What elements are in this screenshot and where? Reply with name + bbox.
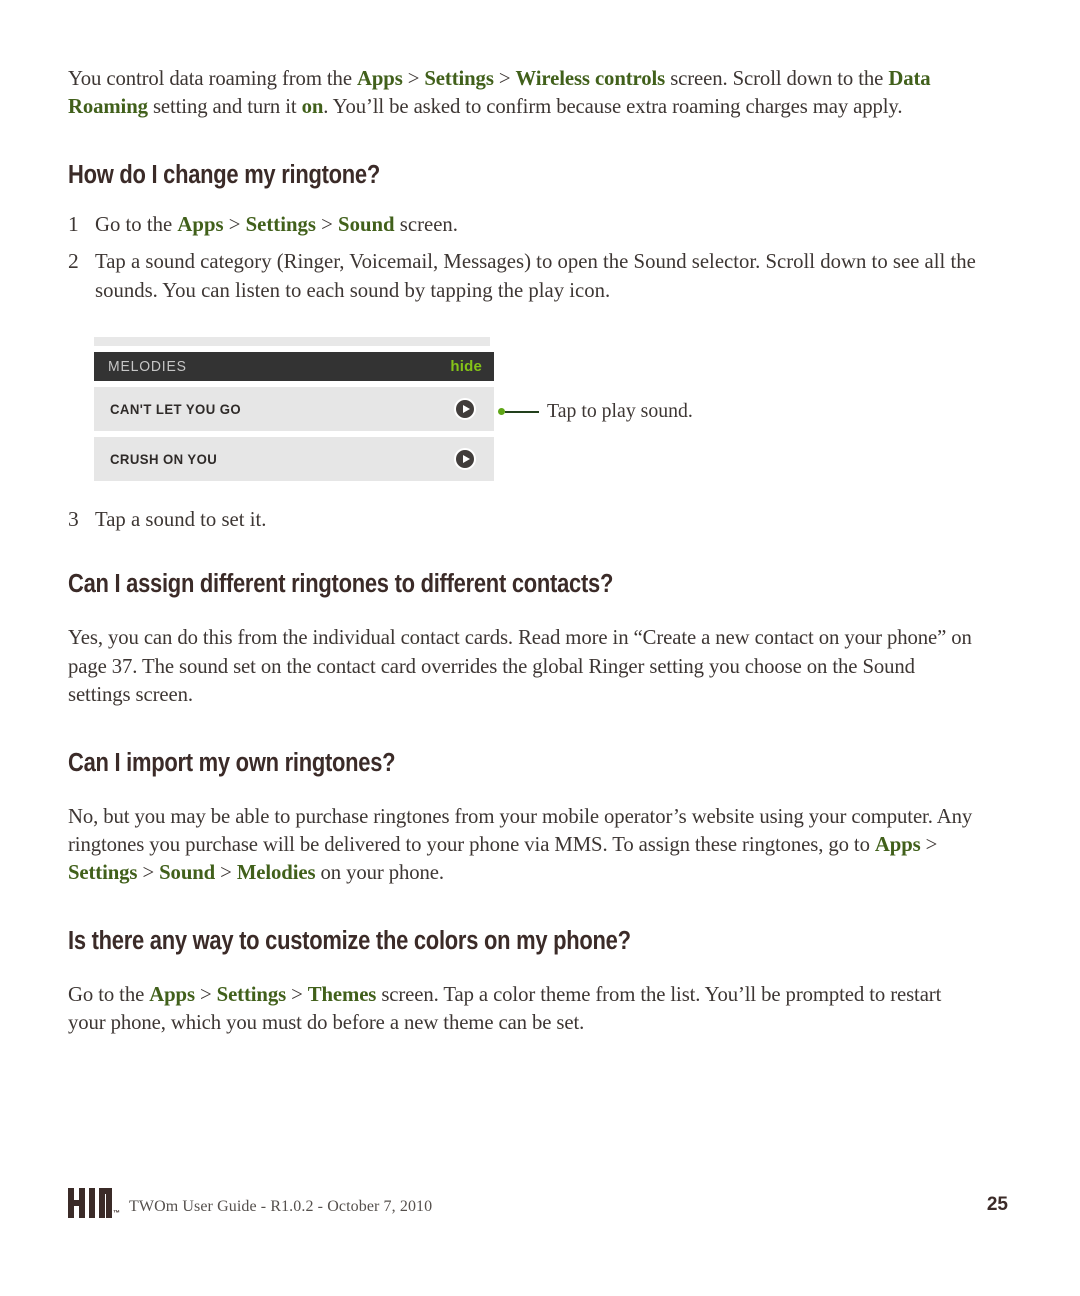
inline-keyword: Sound [159, 860, 216, 885]
section-heading-ringtone: How do I change my ringtone? [68, 160, 381, 189]
inline-keyword: Apps [177, 211, 224, 236]
inline-keyword: Settings [68, 860, 138, 885]
play-triangle [462, 455, 470, 464]
page-footer: ™ TWOm User Guide - R1.0.2 - October 7, … [68, 1188, 1008, 1218]
inline-chevron: > [215, 860, 237, 885]
step-number: 1 [68, 211, 79, 236]
inline-text: You control data roaming from the [68, 66, 357, 90]
inline-text: . You’ll be asked to confirm because ext… [323, 94, 903, 119]
step-number: 2 [68, 249, 79, 274]
inline-keyword: Wireless controls [515, 66, 666, 90]
page-number: 25 [986, 1194, 1008, 1215]
inline-text: No, but you may be able to purchase ring… [68, 803, 973, 857]
inline-text: setting and turn it [147, 94, 302, 119]
melodies-screenshot-figure: MELODIES hide CAN'T LET YOU GO Tap to pl… [94, 337, 693, 482]
play-icon[interactable] [454, 398, 476, 421]
play-triangle [462, 405, 470, 414]
inline-chevron: > [137, 860, 160, 885]
intro-paragraph: You control data roaming from the Apps >… [68, 64, 975, 121]
step-text: Tap a sound category (Ringer, Voicemail,… [95, 247, 976, 304]
inline-text: Go to the [95, 211, 178, 236]
inline-chevron: > [315, 211, 339, 236]
list-item: 3 Tap a sound to set it. [68, 505, 1008, 533]
kin-logo: ™ [68, 1188, 120, 1218]
trademark-icon: ™ [113, 1210, 120, 1217]
callout-dot [498, 408, 505, 416]
melody-row-2[interactable]: CRUSH ON YOU [94, 437, 494, 482]
inline-chevron: > [223, 211, 246, 236]
callout-tap-to-play: Tap to play sound. [498, 400, 698, 423]
footer-left-group: ™ TWOm User Guide - R1.0.2 - October 7, … [68, 1188, 432, 1218]
inline-keyword: Settings [424, 66, 494, 90]
inline-text: Go to the [68, 981, 150, 1006]
footer-guide-text: TWOm User Guide - R1.0.2 - October 7, 20… [129, 1198, 433, 1215]
inline-chevron: > [920, 832, 938, 857]
inline-keyword: Themes [307, 981, 377, 1006]
inline-keyword: Apps [356, 66, 403, 90]
import-ringtones-paragraph: No, but you may be able to purchase ring… [68, 802, 975, 887]
step-text: Go to the Apps > Settings > Sound screen… [95, 210, 976, 238]
inline-keyword: Sound [338, 211, 395, 236]
inline-chevron: > [194, 981, 217, 1006]
inline-keyword: Settings [245, 211, 316, 236]
inline-keyword: Settings [216, 981, 287, 1006]
inline-text: Tap a sound category (Ringer, Voicemail,… [95, 249, 976, 302]
customize-colors-paragraph: Go to the Apps > Settings > Themes scree… [68, 980, 975, 1037]
inline-text: screen. [394, 211, 458, 236]
play-icon[interactable] [454, 448, 476, 471]
melody-label: CAN'T LET YOU GO [110, 401, 242, 418]
section-heading-assign-ringtones: Can I assign different ringtones to diff… [68, 570, 614, 599]
hide-link[interactable]: hide [450, 358, 482, 375]
step-number: 3 [68, 507, 79, 532]
inline-text: screen. Scroll down to the [665, 66, 889, 90]
inline-text: Tap a sound to set it. [95, 507, 267, 532]
list-item: 1 Go to the Apps > Settings > Sound scre… [68, 210, 1008, 238]
melody-label: CRUSH ON YOU [110, 451, 218, 468]
step-text: Tap a sound to set it. [95, 505, 976, 533]
inline-keyword: on [301, 94, 324, 119]
document-page: You control data roaming from the Apps >… [0, 0, 1080, 1296]
melodies-header-bar: MELODIES hide [94, 352, 494, 382]
list-item: 2 Tap a sound category (Ringer, Voicemai… [68, 247, 1008, 304]
inline-chevron: > [402, 66, 425, 90]
melodies-title: MELODIES [108, 358, 187, 376]
ringtone-steps-list: 1 Go to the Apps > Settings > Sound scre… [68, 210, 1008, 304]
melody-row-1[interactable]: CAN'T LET YOU GO Tap to play sound. [94, 387, 693, 432]
section-heading-import-ringtones: Can I import my own ringtones? [68, 748, 396, 777]
section-heading-customize-colors: Is there any way to customize the colors… [68, 926, 631, 955]
assign-ringtones-paragraph: Yes, you can do this from the individual… [68, 623, 975, 708]
page-content: You control data roaming from the Apps >… [68, 64, 1008, 1047]
inline-chevron: > [493, 66, 516, 90]
inline-chevron: > [286, 981, 308, 1006]
inline-keyword: Melodies [236, 860, 316, 885]
inline-text: Yes, you can do this from the individual… [68, 625, 972, 707]
inline-keyword: Apps [149, 981, 195, 1006]
inline-text: on your phone. [315, 860, 444, 885]
kin-logo-mark [68, 1188, 112, 1218]
callout-leader-line [505, 410, 539, 413]
ringtone-steps-list-continued: 3 Tap a sound to set it. [68, 505, 1008, 533]
callout-label: Tap to play sound. [547, 400, 693, 423]
inline-keyword: Apps [874, 832, 921, 857]
partial-row-above [94, 337, 490, 347]
